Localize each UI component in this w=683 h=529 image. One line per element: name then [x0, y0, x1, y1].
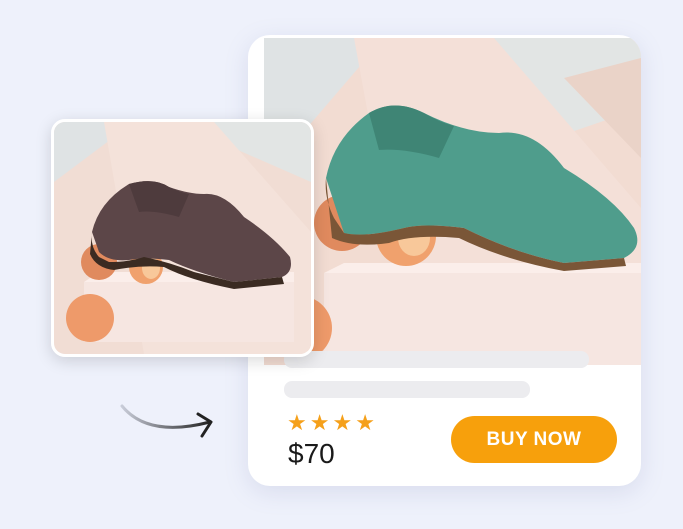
product-photo-teal-shoe: [264, 38, 641, 365]
buy-now-button[interactable]: BUY NOW: [451, 416, 617, 463]
rating-stars: ★ ★ ★ ★: [287, 412, 375, 434]
star-icon: ★: [287, 410, 307, 435]
curved-arrow-icon: [120, 404, 213, 438]
star-icon: ★: [309, 410, 330, 435]
star-icon: ★: [332, 410, 353, 435]
star-icon: ★: [355, 410, 375, 435]
price-label: $70: [288, 438, 335, 469]
original-photo-brown-shoe: [51, 119, 314, 357]
subtitle-placeholder: [284, 381, 530, 398]
title-placeholder: [284, 351, 589, 368]
